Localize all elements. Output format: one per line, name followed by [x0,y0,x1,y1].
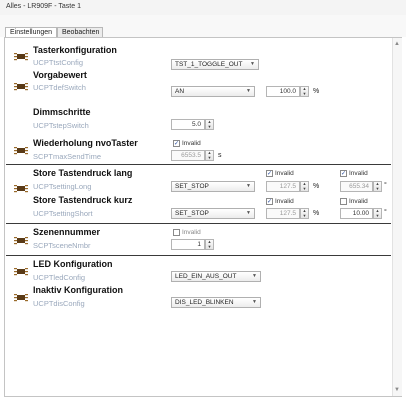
variable-name: SCPTmaxSendTime [33,152,102,161]
scroll-up-icon[interactable]: ▲ [393,40,401,48]
checkbox-label: Invalid [349,170,368,177]
section-divider [6,164,391,165]
select-value: SET_STOP [175,210,209,217]
variable-name: UCPTdisConfig [33,299,85,308]
max-send-time-stepper[interactable]: ▲ ▼ [205,150,214,161]
invalid-checkbox[interactable]: ✓ [266,170,273,177]
chip-icon [14,237,28,245]
value1-stepper[interactable]: ▲ ▼ [300,208,309,219]
invalid-checkbox[interactable]: ✓ [173,140,180,147]
checkbox-label: Invalid [275,198,294,205]
variable-name: UCPTsettingShort [33,209,93,218]
section-title: LED Konfiguration [33,259,113,269]
checkbox-label: Invalid [182,140,201,147]
section-title: Tasterkonfiguration [33,45,117,55]
variable-name: UCPTtstConfig [33,58,84,67]
unit-label: ° [384,182,387,189]
section-title: Store Tastendruck lang [33,168,133,178]
unit-label: ° [384,209,387,216]
section-title: Inaktiv Konfiguration [33,285,123,295]
checkbox-label: Invalid [275,170,294,177]
setting-long-value1-input[interactable]: 127.5 [266,181,300,192]
select-value: TST_1_TOGGLE_OUT [175,61,243,68]
variable-name: UCPTledConfig [33,273,86,282]
chevron-down-icon: ▼ [252,273,257,279]
chevron-down-icon: ▼ [246,88,251,94]
window-title: Alles - LR909F - Taste 1 [6,3,81,10]
window-titlebar: Alles - LR909F - Taste 1 [0,0,406,16]
section-title: Wiederholung nvoTaster [33,138,138,148]
select-value: LED_EIN_AUS_OUT [175,273,237,280]
scene-number-stepper[interactable]: ▲ ▼ [205,239,214,250]
default-value-input[interactable]: 100.0 [266,86,300,97]
chevron-down-icon: ▼ [252,299,257,305]
section-title: Dimmschritte [33,107,91,117]
setting-long-value2-input[interactable]: 655.34 [340,181,373,192]
setting-long-select[interactable]: SET_STOP ▼ [171,181,255,192]
unit-label: % [313,210,320,217]
tab-beobachten[interactable]: Beobachten [57,27,103,37]
chip-icon [14,185,28,193]
unit-label: s [218,152,222,159]
chip-icon [14,147,28,155]
chevron-down-icon: ▼ [250,61,255,67]
variable-name: UCPTdefSwitch [33,83,86,92]
value1-stepper[interactable]: ▲ ▼ [300,181,309,192]
scene-number-input[interactable]: 1 [171,239,205,250]
select-value: AN [175,88,185,95]
vertical-scrollbar[interactable] [392,38,402,396]
chip-icon [14,83,28,91]
section-divider [6,223,391,224]
chip-icon [14,294,28,302]
setting-short-select[interactable]: SET_STOP ▼ [171,208,255,219]
variable-name: UCPTsettingLong [33,182,92,191]
disable-config-select[interactable]: DIS_LED_BLINKEN ▼ [171,297,261,308]
invalid-checkbox[interactable] [340,198,347,205]
chevron-down-icon: ▼ [246,210,251,216]
invalid-checkbox[interactable] [173,229,180,236]
section-title: Szenennummer [33,227,101,237]
variable-name: UCPTstepSwitch [33,121,89,130]
variable-name: SCPTsceneNmbr [33,241,91,250]
chip-icon [14,268,28,276]
select-value: DIS_LED_BLINKEN [175,299,234,306]
step-input[interactable]: 5.0 [171,119,205,130]
checkbox-label: Invalid [182,229,201,236]
led-config-select[interactable]: LED_EIN_AUS_OUT ▼ [171,271,261,282]
invalid-checkbox[interactable]: ✓ [266,198,273,205]
scroll-down-icon[interactable]: ▼ [393,386,401,394]
max-send-time-input[interactable]: 6553.5 [171,150,205,161]
section-title: Vorgabewert [33,70,87,80]
checkbox-label: Invalid [349,198,368,205]
unit-label: % [313,183,320,190]
default-value-stepper[interactable]: ▲ ▼ [300,86,309,97]
chip-icon [14,53,28,61]
setting-short-value1-input[interactable]: 127.5 [266,208,300,219]
invalid-checkbox[interactable]: ✓ [340,170,347,177]
step-stepper[interactable]: ▲ ▼ [205,119,214,130]
value2-stepper[interactable]: ▲ ▼ [373,208,382,219]
select-value: SET_STOP [175,183,209,190]
setting-short-value2-input[interactable]: 10.00 [340,208,373,219]
default-switch-select[interactable]: AN ▼ [171,86,255,97]
taster-config-select[interactable]: TST_1_TOGGLE_OUT ▼ [171,59,259,70]
section-divider [6,255,391,256]
unit-label: % [313,88,320,95]
section-title: Store Tastendruck kurz [33,195,133,205]
value2-stepper[interactable]: ▲ ▼ [373,181,382,192]
chevron-down-icon: ▼ [246,183,251,189]
